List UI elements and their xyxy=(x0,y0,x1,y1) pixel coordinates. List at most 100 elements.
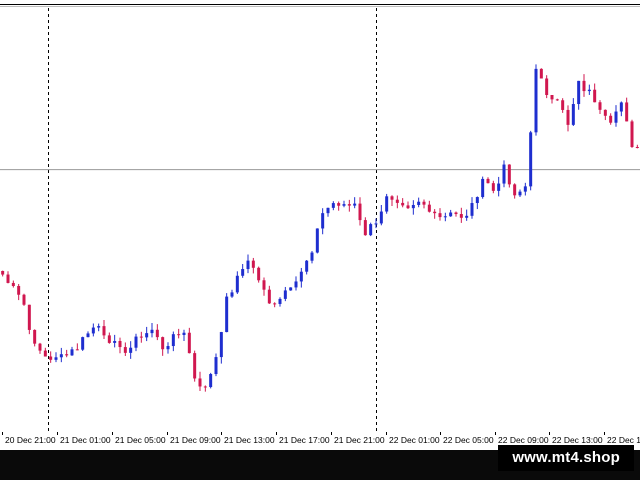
candle-body xyxy=(134,336,138,348)
candle-body xyxy=(203,386,207,388)
x-tick-label: 22 Dec 17 xyxy=(607,435,640,445)
candle-body xyxy=(177,334,181,336)
candle-body xyxy=(609,115,613,123)
candle-body xyxy=(374,223,378,225)
candle-body xyxy=(299,271,303,282)
candle-body xyxy=(342,204,346,206)
candle-body xyxy=(187,332,191,354)
candle-body xyxy=(411,204,415,209)
candle-body xyxy=(193,353,197,379)
candle-body xyxy=(251,260,255,268)
candle-body xyxy=(353,203,357,206)
candle-body xyxy=(582,80,586,92)
candle-body xyxy=(331,203,335,208)
candle-body xyxy=(262,280,266,290)
candle-body xyxy=(273,303,277,305)
candle-body xyxy=(150,329,154,334)
candle-body xyxy=(454,212,458,215)
candle-body xyxy=(390,196,394,200)
x-tick-label: 21 Dec 05:00 xyxy=(115,435,166,445)
x-tick-label: 21 Dec 09:00 xyxy=(170,435,221,445)
candle-body xyxy=(289,287,293,291)
candle-body xyxy=(587,89,591,92)
candle-body xyxy=(491,183,495,191)
candle-body xyxy=(593,89,597,103)
candle-body xyxy=(545,78,549,95)
candle-body xyxy=(155,329,159,338)
candle-body xyxy=(529,132,533,187)
candle-body xyxy=(321,213,325,229)
candle-body xyxy=(257,267,261,281)
candle-body xyxy=(475,197,479,204)
candle-body xyxy=(433,211,437,214)
x-tick-label: 22 Dec 09:00 xyxy=(498,435,549,445)
watermark-label: www.mt4.shop xyxy=(498,445,634,471)
candle-body xyxy=(33,329,37,344)
candle-body xyxy=(347,204,351,206)
candle-body xyxy=(566,109,570,125)
candle-body xyxy=(171,334,175,347)
candle-body xyxy=(129,347,133,353)
candle-body xyxy=(230,292,234,297)
candle-body xyxy=(267,289,271,304)
candle-body xyxy=(139,336,143,338)
candle-body xyxy=(422,201,426,205)
candle-body xyxy=(198,378,202,387)
x-tick-label: 21 Dec 17:00 xyxy=(279,435,330,445)
candle-body xyxy=(614,111,618,123)
candle-body xyxy=(145,333,149,338)
candle-body xyxy=(619,102,623,112)
candle-body xyxy=(395,199,399,203)
candle-body xyxy=(385,196,389,212)
candle-body xyxy=(43,350,47,357)
candle-body xyxy=(1,270,5,275)
candle-body xyxy=(219,332,223,358)
candle-body xyxy=(401,202,405,206)
x-tick-label: 20 Dec 21:00 xyxy=(5,435,56,445)
x-tick-label: 22 Dec 01:00 xyxy=(389,435,440,445)
candle-body xyxy=(417,201,421,205)
candle-body xyxy=(81,337,85,350)
candle-body xyxy=(241,269,245,276)
candle-body xyxy=(459,214,463,218)
candle-body xyxy=(571,104,575,125)
x-tick-label: 21 Dec 13:00 xyxy=(224,435,275,445)
candle-body xyxy=(27,304,31,330)
candle-body xyxy=(235,275,239,293)
candle-body xyxy=(577,80,581,105)
candle-body xyxy=(326,207,330,214)
candle-body xyxy=(49,356,53,360)
chart-area[interactable]: 20 Dec 21:00 21 Dec 01:00 21 Dec 05:00 21 D… xyxy=(0,0,640,450)
candle-body xyxy=(118,340,122,348)
candle-body xyxy=(363,220,367,236)
candle-body xyxy=(209,374,213,388)
candle-body xyxy=(75,349,79,351)
candle-body xyxy=(102,326,106,336)
candle-body xyxy=(534,68,538,133)
candle-body xyxy=(11,282,15,286)
candle-body xyxy=(113,340,117,343)
candle-body xyxy=(17,285,21,295)
candle-body xyxy=(465,215,469,218)
candle-body xyxy=(369,224,373,236)
candle-body xyxy=(65,354,69,356)
candle-body xyxy=(305,260,309,272)
candle-body xyxy=(539,68,543,79)
candle-body xyxy=(315,228,319,253)
candle-body xyxy=(449,212,453,217)
candle-body xyxy=(481,178,485,198)
candle-body xyxy=(214,357,218,375)
candle-body xyxy=(123,347,127,353)
candle-body xyxy=(166,346,170,350)
candle-body xyxy=(598,102,602,110)
candlestick-chart[interactable]: 20 Dec 21:00 21 Dec 01:00 21 Dec 05:00 21 D… xyxy=(0,0,640,450)
candle-body xyxy=(107,335,111,343)
candle-body xyxy=(502,164,506,184)
candle-body xyxy=(513,184,517,196)
candle-body xyxy=(283,290,287,299)
candle-body xyxy=(630,121,634,147)
candle-body xyxy=(161,337,165,350)
candle-body xyxy=(59,354,63,358)
candle-body xyxy=(438,213,442,218)
x-tick-label: 22 Dec 13:00 xyxy=(552,435,603,445)
